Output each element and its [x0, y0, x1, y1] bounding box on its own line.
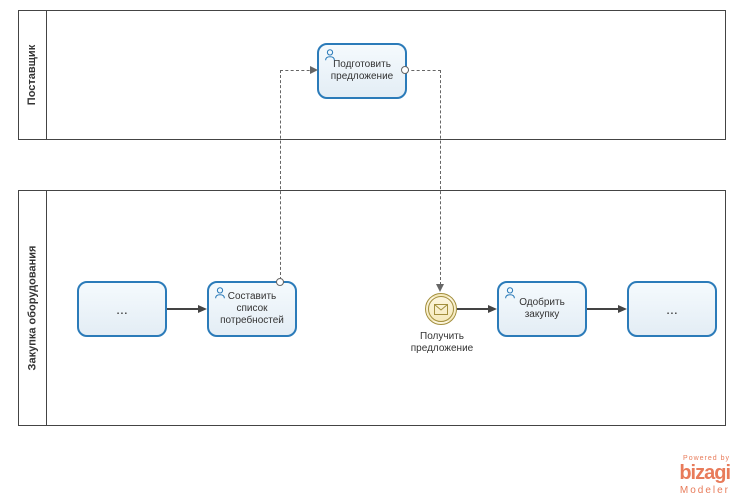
logo-sub: Modeler [679, 485, 730, 496]
message-flow-1-start [276, 278, 284, 286]
message-flow-2-h [406, 70, 441, 71]
task-collapsed-right-label: ... [666, 301, 678, 317]
message-flow-1-v [280, 70, 281, 280]
pool-supplier: Поставщик Подготовить предложение [18, 10, 726, 140]
event-receive-proposal[interactable] [425, 293, 457, 325]
flow-arrowhead-1 [198, 305, 207, 313]
message-flow-2-start [401, 66, 409, 74]
task-prepare-proposal[interactable]: Подготовить предложение [317, 43, 407, 99]
event-receive-proposal-label: Получить предложение [397, 331, 487, 355]
flow-arrowhead-3 [618, 305, 627, 313]
task-collapsed-left-label: ... [116, 301, 128, 317]
task-collapsed-left[interactable]: ... [77, 281, 167, 337]
pool-supplier-label: Поставщик [19, 11, 47, 139]
user-icon [503, 286, 517, 300]
task-approve-purchase-label: Одобрить закупку [503, 297, 581, 321]
pool-procurement: Закупка оборудования ... Составить списо… [18, 190, 726, 426]
envelope-icon [434, 304, 448, 315]
flow-arrow-2 [457, 308, 489, 310]
pool-supplier-label-text: Поставщик [27, 45, 39, 105]
user-icon [323, 48, 337, 62]
flow-arrow-1 [167, 308, 199, 310]
logo-brand: bizagi [679, 462, 730, 485]
pool-procurement-label: Закупка оборудования [19, 191, 47, 425]
logo-powered: Powered by [679, 455, 730, 462]
bizagi-logo: Powered by bizagi Modeler [679, 455, 730, 496]
flow-arrow-3 [587, 308, 619, 310]
pool-procurement-content: ... Составить список потребностей Получи… [47, 191, 725, 425]
message-flow-2-v [440, 70, 441, 285]
task-collapsed-right[interactable]: ... [627, 281, 717, 337]
pool-procurement-label-text: Закупка оборудования [27, 246, 39, 371]
flow-arrowhead-2 [488, 305, 497, 313]
message-flow-1-end [310, 66, 318, 74]
task-compose-list[interactable]: Составить список потребностей [207, 281, 297, 337]
task-approve-purchase[interactable]: Одобрить закупку [497, 281, 587, 337]
user-icon [213, 286, 227, 300]
message-flow-2-end [436, 284, 444, 292]
task-prepare-proposal-label: Подготовить предложение [323, 59, 401, 83]
pool-supplier-content: Подготовить предложение [47, 11, 725, 139]
